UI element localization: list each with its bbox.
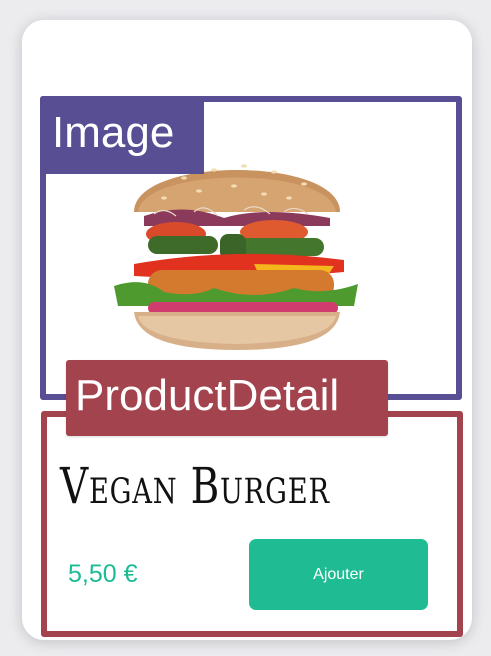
- add-to-cart-button[interactable]: Ajouter: [249, 539, 428, 610]
- image-tag: Image: [40, 96, 204, 174]
- product-detail-tag: ProductDetail: [66, 360, 388, 436]
- product-price: 5,50 €: [68, 560, 138, 588]
- product-name: Vegan Burger: [60, 457, 330, 515]
